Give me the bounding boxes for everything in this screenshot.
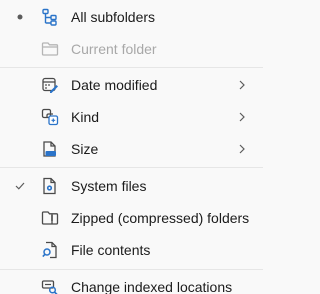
chevron-right-icon <box>237 112 247 122</box>
options-group: System files Zipped (compressed) folders <box>0 168 263 266</box>
menu-item-all-subfolders[interactable]: All subfolders <box>0 1 263 33</box>
scope-group: All subfolders Current folder <box>0 0 263 65</box>
menu-item-change-indexed-locations[interactable]: Change indexed locations <box>0 271 263 294</box>
menu-item-kind[interactable]: Kind <box>0 101 263 133</box>
menu-item-label: File contents <box>71 242 151 258</box>
menu-item-label: Zipped (compressed) folders <box>71 210 250 226</box>
file-search-icon <box>40 240 60 260</box>
checkmark-icon <box>12 178 28 194</box>
menu-item-date-modified[interactable]: Date modified <box>0 69 263 101</box>
search-options-menu: All subfolders Current folder Date modif… <box>0 0 263 294</box>
menu-item-size[interactable]: Size <box>0 133 263 165</box>
menu-item-file-contents[interactable]: File contents <box>0 234 263 266</box>
zipped-folder-icon <box>40 208 60 228</box>
selected-dot-icon <box>12 9 28 25</box>
menu-item-label: Change indexed locations <box>71 279 233 294</box>
chevron-right-icon <box>237 80 247 90</box>
menu-item-zipped-folders[interactable]: Zipped (compressed) folders <box>0 202 263 234</box>
menu-item-label: Current folder <box>71 41 157 57</box>
calendar-edit-icon <box>40 75 60 95</box>
menu-item-label: Size <box>71 141 99 157</box>
kind-icon <box>40 107 60 127</box>
indexed-locations-icon <box>40 277 60 294</box>
size-icon <box>40 139 60 159</box>
menu-item-label: System files <box>71 178 147 194</box>
system-file-icon <box>40 176 60 196</box>
footer-group: Change indexed locations <box>0 270 263 294</box>
menu-item-label: All subfolders <box>71 9 156 25</box>
folder-icon <box>40 39 60 59</box>
filters-group: Date modified Kind Size <box>0 68 263 165</box>
menu-item-label: Date modified <box>71 77 158 93</box>
menu-item-label: Kind <box>71 109 100 125</box>
chevron-right-icon <box>237 144 247 154</box>
folder-tree-icon <box>40 7 60 27</box>
menu-item-current-folder[interactable]: Current folder <box>0 33 263 65</box>
menu-item-system-files[interactable]: System files <box>0 170 263 202</box>
